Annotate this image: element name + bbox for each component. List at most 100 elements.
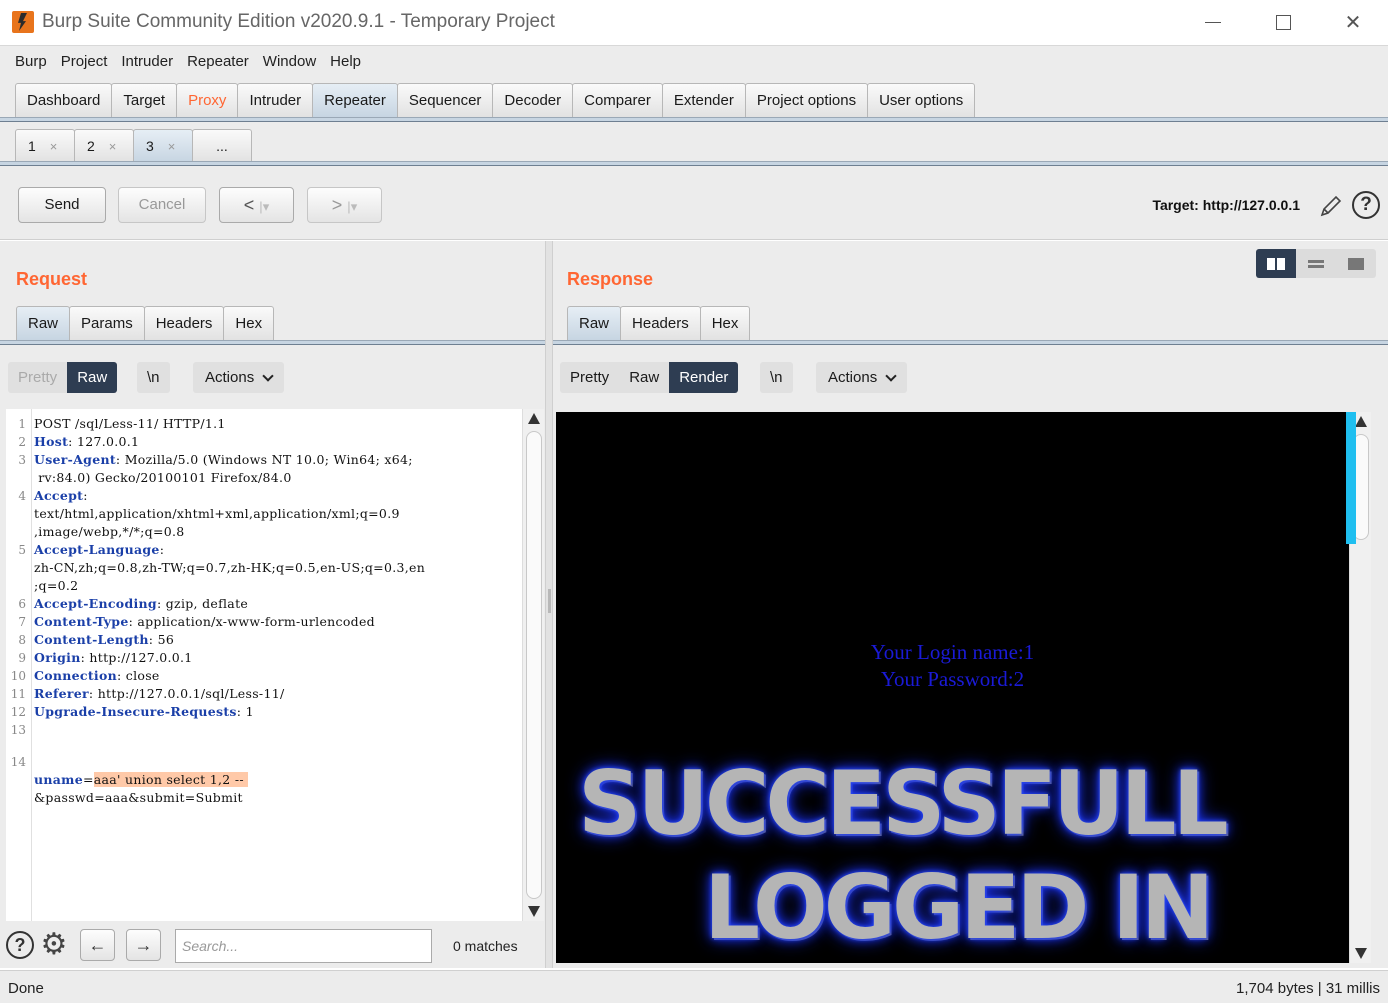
- search-matches: 0 matches: [453, 938, 518, 954]
- title-bar: Burp Suite Community Edition v2020.9.1 -…: [0, 0, 1388, 44]
- request-line: 3 User-Agent: Mozilla/5.0 (Windows NT 10.…: [18, 452, 413, 467]
- request-line: 7 Content-Type: application/x-www-form-ur…: [18, 614, 375, 629]
- response-actions-button[interactable]: Actions: [816, 362, 908, 393]
- scroll-down-icon[interactable]: [528, 906, 540, 917]
- request-tab-headers[interactable]: Headers: [143, 306, 225, 340]
- repeater-tab-new[interactable]: ...: [192, 129, 252, 162]
- request-view-toggle: Pretty Raw: [8, 362, 118, 393]
- request-view-raw[interactable]: Raw: [67, 362, 118, 393]
- scroll-up-icon[interactable]: [528, 413, 540, 424]
- request-title: Request: [16, 269, 88, 289]
- response-render-view[interactable]: Your Login name:1 Your Password:2 SUCCES…: [556, 412, 1349, 963]
- cancel-button[interactable]: Cancel: [118, 187, 206, 223]
- search-prev-button[interactable]: ←: [80, 929, 115, 961]
- scroll-down-icon[interactable]: [1355, 948, 1367, 959]
- response-tab-hex[interactable]: Hex: [699, 306, 751, 340]
- tab-repeater[interactable]: Repeater: [312, 83, 398, 117]
- chevron-down-icon: [885, 369, 897, 382]
- request-scrollbar[interactable]: [522, 409, 544, 921]
- pencil-icon[interactable]: [1319, 194, 1343, 218]
- tab-comparer[interactable]: Comparer: [572, 83, 663, 117]
- minimize-button[interactable]: [1178, 0, 1248, 44]
- tab-user-options[interactable]: User options: [867, 83, 976, 117]
- tab-sequencer[interactable]: Sequencer: [396, 83, 494, 117]
- layout-tabs-button[interactable]: [1336, 249, 1376, 278]
- maximize-button[interactable]: [1248, 0, 1318, 44]
- tab-intruder[interactable]: Intruder: [237, 83, 314, 117]
- response-view-raw[interactable]: Raw: [619, 362, 670, 393]
- response-view-render[interactable]: Render: [669, 362, 739, 393]
- close-tab-icon[interactable]: ×: [168, 130, 176, 162]
- history-back-button[interactable]: < |▾: [219, 187, 294, 223]
- render-login-name: Your Login name:1: [870, 640, 1035, 664]
- target-label: Target: http://127.0.0.1: [1152, 197, 1300, 213]
- repeater-tab-3[interactable]: 3 ×: [133, 129, 193, 162]
- layout-side-by-side-button[interactable]: [1256, 249, 1296, 278]
- rows-icon: [1308, 258, 1324, 270]
- scroll-thumb[interactable]: [526, 431, 542, 899]
- help-icon[interactable]: ?: [1352, 191, 1380, 219]
- menu-window[interactable]: Window: [256, 49, 323, 75]
- response-view-pretty[interactable]: Pretty: [560, 362, 620, 393]
- columns-icon: [1267, 257, 1285, 270]
- status-text: Done: [8, 980, 44, 997]
- request-line: rv:84.0) Gecko/20100101 Firefox/84.0: [34, 470, 292, 485]
- request-line: 2 Host: 127.0.0.1: [18, 434, 140, 449]
- gear-icon[interactable]: ⚙: [38, 929, 70, 961]
- chevron-down-icon: [262, 369, 274, 382]
- highlighted-payload: aaa' union select 1,2 --: [93, 772, 249, 787]
- request-actions-button[interactable]: Actions: [193, 362, 285, 393]
- success-banner-line2: LOGGED IN: [704, 856, 1214, 959]
- history-forward-button[interactable]: > |▾: [307, 187, 382, 223]
- dropdown-icon: ▾: [262, 199, 270, 214]
- layout-toggle: [1256, 249, 1376, 278]
- tab-target[interactable]: Target: [111, 83, 178, 117]
- dropdown-icon: ▾: [350, 199, 358, 214]
- tab-project-options[interactable]: Project options: [744, 83, 869, 117]
- render-password: Your Password:2: [880, 667, 1025, 691]
- tab-decoder[interactable]: Decoder: [492, 83, 574, 117]
- layout-stacked-button[interactable]: [1296, 249, 1336, 278]
- request-body-line: 14 uname=aaa' union select 1,2 --: [10, 755, 249, 787]
- close-tab-icon[interactable]: ×: [50, 130, 58, 162]
- response-stats: 1,704 bytes | 31 millis: [1236, 980, 1380, 997]
- request-view-pretty[interactable]: Pretty: [8, 362, 68, 393]
- menu-intruder[interactable]: Intruder: [114, 49, 180, 75]
- back-arrow-icon: <: [243, 195, 255, 215]
- request-line: zh-CN,zh;q=0.8,zh-TW;q=0.7,zh-HK;q=0.5,e…: [34, 560, 426, 575]
- request-newline-toggle[interactable]: \n: [137, 362, 170, 393]
- request-tab-raw[interactable]: Raw: [16, 306, 71, 340]
- search-input[interactable]: [175, 929, 432, 963]
- request-line: 1 POST /sql/Less-11/ HTTP/1.1: [18, 416, 226, 431]
- tab-dashboard[interactable]: Dashboard: [15, 83, 113, 117]
- repeater-tab-1[interactable]: 1 ×: [15, 129, 75, 162]
- request-line: 10 Connection: close: [10, 668, 160, 683]
- menu-burp[interactable]: Burp: [8, 49, 54, 75]
- close-tab-icon[interactable]: ×: [109, 130, 117, 162]
- success-banner-line1: SUCCESSFULL: [578, 752, 1229, 855]
- tab-extender[interactable]: Extender: [661, 83, 746, 117]
- repeater-tab-2[interactable]: 2 ×: [74, 129, 134, 162]
- request-tab-params[interactable]: Params: [69, 306, 145, 340]
- tab-proxy[interactable]: Proxy: [176, 83, 239, 117]
- menu-repeater[interactable]: Repeater: [180, 49, 256, 75]
- response-newline-toggle[interactable]: \n: [760, 362, 793, 393]
- scroll-position-marker: [1346, 412, 1356, 544]
- scroll-up-icon[interactable]: [1355, 416, 1367, 427]
- help-icon[interactable]: ?: [6, 931, 34, 959]
- menu-project[interactable]: Project: [54, 49, 115, 75]
- request-tab-hex[interactable]: Hex: [223, 306, 275, 340]
- request-line: ,image/webp,*/*;q=0.8: [34, 524, 185, 539]
- search-next-button[interactable]: →: [126, 929, 161, 961]
- menu-help[interactable]: Help: [323, 49, 368, 75]
- response-panel: Response Raw Headers Hex Pretty Raw Rend…: [553, 241, 1388, 968]
- request-editor[interactable]: 1 POST /sql/Less-11/ HTTP/1.1 2 Host: 127.0…: [6, 409, 522, 921]
- response-tab-headers[interactable]: Headers: [620, 306, 701, 340]
- send-button[interactable]: Send: [18, 187, 106, 223]
- request-line: 4 Accept:: [18, 488, 88, 503]
- close-button[interactable]: ✕: [1318, 0, 1388, 44]
- response-tab-raw[interactable]: Raw: [567, 306, 622, 340]
- panel-splitter[interactable]: [545, 241, 553, 968]
- burp-logo-icon: [12, 11, 34, 33]
- request-line: 9 Origin: http://127.0.0.1: [18, 650, 193, 665]
